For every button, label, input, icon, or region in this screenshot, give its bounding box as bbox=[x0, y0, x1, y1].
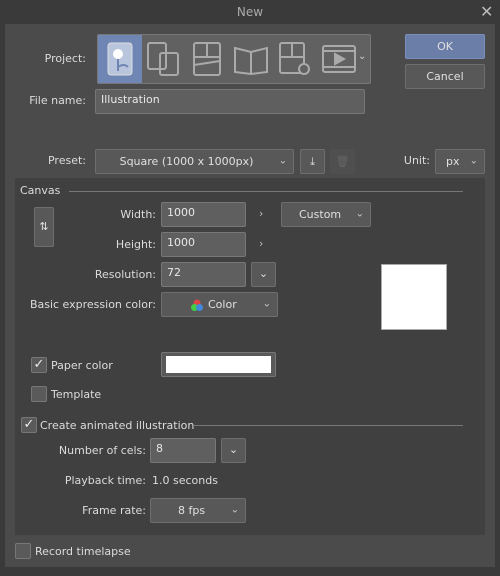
delete-preset-button[interactable]: 🗑 bbox=[330, 149, 355, 174]
animation-project-icon[interactable] bbox=[318, 35, 360, 83]
frame-rate-value: 8 fps bbox=[178, 504, 206, 517]
canvas-preview bbox=[381, 264, 447, 330]
chevron-down-icon[interactable]: ⌄ bbox=[358, 51, 366, 62]
resolution-input[interactable]: 72 bbox=[161, 262, 246, 287]
swap-dimensions-button[interactable]: ⇅ bbox=[34, 207, 54, 247]
chevron-right-icon[interactable]: › bbox=[259, 237, 263, 250]
paper-color-swatch[interactable] bbox=[161, 352, 276, 377]
height-input[interactable]: 1000 bbox=[161, 232, 246, 257]
illustration-project-icon[interactable] bbox=[98, 35, 142, 83]
chevron-down-icon: ⌄ bbox=[262, 297, 271, 309]
timelapse-checkbox[interactable] bbox=[15, 543, 31, 559]
comic-project-icon[interactable] bbox=[142, 35, 184, 83]
paper-color-fill bbox=[166, 356, 271, 373]
size-preset-dropdown[interactable]: Custom ⌄ bbox=[281, 202, 371, 227]
save-preset-button[interactable]: ⤓ bbox=[300, 149, 325, 174]
comic-page-project-icon[interactable] bbox=[186, 35, 228, 83]
chevron-down-icon: ⌄ bbox=[258, 267, 269, 280]
animated-illustration-checkbox[interactable]: ✓ bbox=[21, 417, 37, 433]
chevron-down-icon: ⌄ bbox=[230, 503, 239, 515]
cancel-button[interactable]: Cancel bbox=[405, 64, 485, 89]
file-name-label: File name: bbox=[29, 94, 86, 107]
chevron-down-icon: ⌄ bbox=[355, 207, 364, 219]
preset-dropdown[interactable]: Square (1000 x 1000px) ⌄ bbox=[95, 149, 294, 174]
resolution-label: Resolution: bbox=[94, 268, 156, 281]
expression-color-dropdown[interactable]: Color ⌄ bbox=[161, 292, 278, 317]
cels-dropdown-button[interactable]: ⌄ bbox=[221, 438, 246, 463]
resolution-dropdown-button[interactable]: ⌄ bbox=[251, 262, 276, 287]
cels-input[interactable]: 8 bbox=[150, 438, 216, 463]
project-type-selector[interactable]: ⌄ bbox=[97, 34, 371, 84]
frame-rate-dropdown[interactable]: 8 fps ⌄ bbox=[150, 498, 246, 523]
chevron-down-icon: ⌄ bbox=[228, 443, 239, 456]
trash-icon: 🗑 bbox=[335, 155, 350, 168]
frame-rate-label: Frame rate: bbox=[82, 504, 146, 517]
template-label: Template bbox=[51, 388, 102, 401]
window-title: New bbox=[236, 5, 264, 19]
playback-label: Playback time: bbox=[64, 474, 146, 487]
unit-label: Unit: bbox=[403, 154, 430, 167]
file-name-input[interactable]: Illustration bbox=[95, 89, 365, 114]
timelapse-label: Record timelapse bbox=[35, 545, 131, 558]
divider bbox=[193, 425, 463, 426]
height-label: Height: bbox=[115, 238, 156, 251]
expression-color-value: Color bbox=[208, 298, 237, 311]
project-label: Project: bbox=[44, 52, 86, 65]
width-label: Width: bbox=[120, 208, 156, 221]
expression-color-label: Basic expression color: bbox=[29, 298, 156, 311]
paper-color-checkbox[interactable]: ✓ bbox=[31, 357, 47, 373]
canvas-section-title: Canvas bbox=[20, 184, 61, 197]
chevron-down-icon: ⌄ bbox=[278, 154, 287, 166]
paper-color-label: Paper color bbox=[51, 359, 113, 372]
preset-value: Square (1000 x 1000px) bbox=[119, 155, 254, 168]
comic-settings-project-icon[interactable] bbox=[274, 35, 316, 83]
playback-value: 1.0 seconds bbox=[152, 474, 218, 487]
ok-button[interactable]: OK bbox=[405, 34, 485, 59]
unit-dropdown[interactable]: px ⌄ bbox=[435, 149, 485, 174]
size-preset-value: Custom bbox=[299, 208, 342, 221]
preset-label: Preset: bbox=[47, 154, 86, 167]
template-checkbox[interactable] bbox=[31, 386, 47, 402]
divider bbox=[69, 191, 463, 192]
title-bar: New ✕ bbox=[0, 0, 500, 24]
animated-illustration-label: Create animated illustration bbox=[40, 419, 195, 432]
chevron-down-icon: ⌄ bbox=[469, 154, 478, 166]
unit-value: px bbox=[446, 155, 460, 168]
swap-arrows-icon: ⇅ bbox=[39, 220, 49, 233]
close-icon[interactable]: ✕ bbox=[480, 2, 493, 21]
width-input[interactable]: 1000 bbox=[161, 202, 246, 227]
color-circles-icon bbox=[191, 299, 203, 311]
save-icon: ⤓ bbox=[310, 155, 315, 168]
cels-label: Number of cels: bbox=[58, 444, 146, 457]
book-project-icon[interactable] bbox=[230, 35, 272, 83]
chevron-right-icon[interactable]: › bbox=[259, 207, 263, 220]
